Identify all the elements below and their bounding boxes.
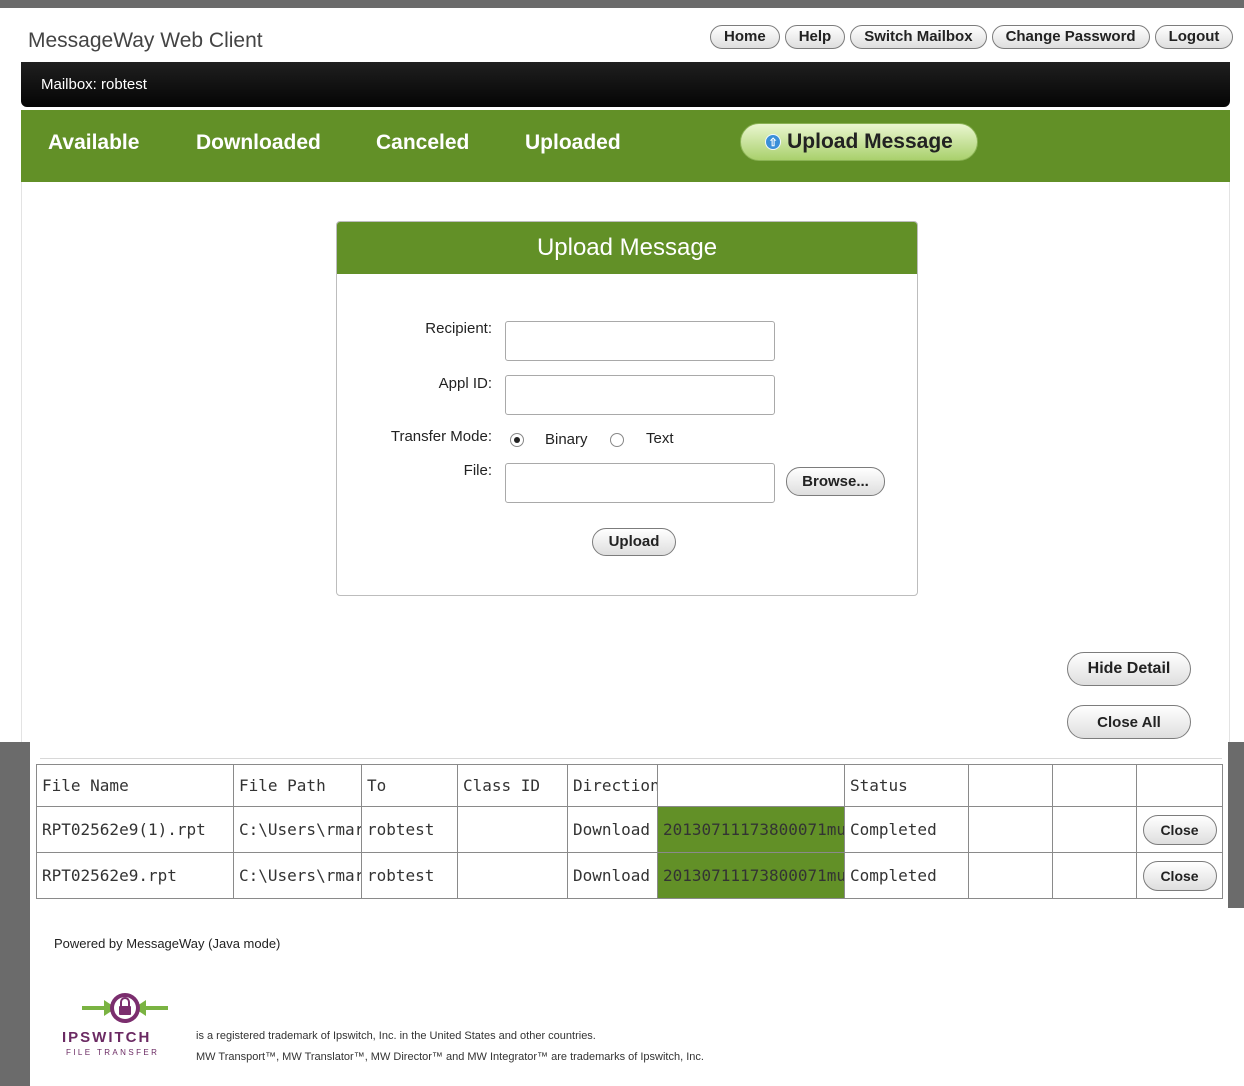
close-all-button[interactable]: Close All [1067,705,1191,739]
tab-uploaded[interactable]: Uploaded [525,131,621,155]
close-row-button[interactable]: Close [1142,814,1217,845]
binary-option-label: Binary [545,431,588,448]
appl-id-field[interactable] [505,375,775,415]
mailbox-label: Mailbox: robtest [41,76,147,93]
upload-message-panel: Upload Message Recipient: Appl ID: Trans… [336,221,918,596]
empty-cell [1052,806,1137,853]
logout-button[interactable]: Logout [1154,25,1234,49]
class-id-cell [457,806,568,853]
help-button[interactable]: Help [784,25,846,49]
direction-cell: Download [567,806,658,853]
column-header: Direction [567,764,658,807]
upload-button[interactable]: Upload [592,528,676,556]
close-row-button[interactable]: Close [1142,860,1217,891]
reference-cell: 20130711173800071mu [657,806,845,853]
table-row: RPT02562e9(1).rpt C:\Users\rmar robtest … [36,806,1223,853]
app-title: MessageWay Web Client [28,29,263,52]
file-name-cell: RPT02562e9.rpt [36,852,234,899]
lock-arrows-icon [82,993,168,1023]
tab-downloaded[interactable]: Downloaded [196,131,321,155]
appl-id-label: Appl ID: [438,375,492,392]
transfer-mode-label: Transfer Mode: [390,428,492,445]
text-radio[interactable] [610,433,624,447]
column-header [968,764,1053,807]
empty-cell [968,806,1053,853]
tab-canceled[interactable]: Canceled [376,131,469,155]
column-header: File Name [36,764,234,807]
table-header-row: File Name File Path To Class ID Directio… [36,764,1223,807]
tab-upload-message[interactable]: ⇧ Upload Message [740,123,978,161]
file-path-cell: C:\Users\rmar [233,852,362,899]
trademark-line-2: MW Transport™, MW Translator™, MW Direct… [196,1051,704,1063]
file-field[interactable] [505,463,775,503]
empty-cell [968,852,1053,899]
file-name-cell: RPT02562e9(1).rpt [36,806,234,853]
home-button[interactable]: Home [710,25,780,49]
column-header [1052,764,1137,807]
empty-cell [1052,852,1137,899]
file-label: File: [463,462,492,479]
column-header [657,764,845,807]
mailbox-bar: Mailbox: robtest [21,62,1230,107]
tab-available[interactable]: Available [48,131,139,155]
reference-cell: 20130711173800071mu [657,852,845,899]
column-header: File Path [233,764,362,807]
powered-by-text: Powered by MessageWay (Java mode) [54,936,281,951]
tab-bar: Available Downloaded Canceled Uploaded ⇧… [21,110,1230,182]
browse-button[interactable]: Browse... [786,467,885,496]
top-strip [0,0,1244,8]
recipient-label: Recipient: [425,320,492,337]
binary-radio[interactable] [510,433,524,447]
action-cell: Close [1136,852,1223,899]
text-option-label: Text [646,430,674,447]
status-cell: Completed [844,806,969,853]
to-cell: robtest [361,806,458,853]
logo-subtitle: FILE TRANSFER [66,1048,159,1057]
table-row: RPT02562e9.rpt C:\Users\rmar robtest Dow… [36,852,1223,899]
divider [40,758,1222,759]
column-header [1136,764,1223,807]
column-header: To [361,764,458,807]
tab-upload-message-label: Upload Message [787,130,953,153]
up-arrow-icon: ⇧ [765,134,782,150]
to-cell: robtest [361,852,458,899]
class-id-cell [457,852,568,899]
action-cell: Close [1136,806,1223,853]
hide-detail-button[interactable]: Hide Detail [1067,652,1191,686]
change-password-button[interactable]: Change Password [991,25,1150,49]
recipient-field[interactable] [505,321,775,361]
status-cell: Completed [844,852,969,899]
top-nav: Home Help Switch Mailbox Change Password… [710,25,1234,49]
ipswitch-logo: IPSWITCH FILE TRANSFER [62,993,168,1057]
transfers-table: File Name File Path To Class ID Directio… [36,764,1223,899]
column-header: Class ID [457,764,568,807]
panel-title: Upload Message [337,222,917,274]
trademark-line-1: is a registered trademark of Ipswitch, I… [196,1030,596,1042]
switch-mailbox-button[interactable]: Switch Mailbox [850,25,987,49]
column-header: Status [844,764,969,807]
file-path-cell: C:\Users\rmar [233,806,362,853]
direction-cell: Download [567,852,658,899]
logo-word: IPSWITCH [62,1029,151,1046]
